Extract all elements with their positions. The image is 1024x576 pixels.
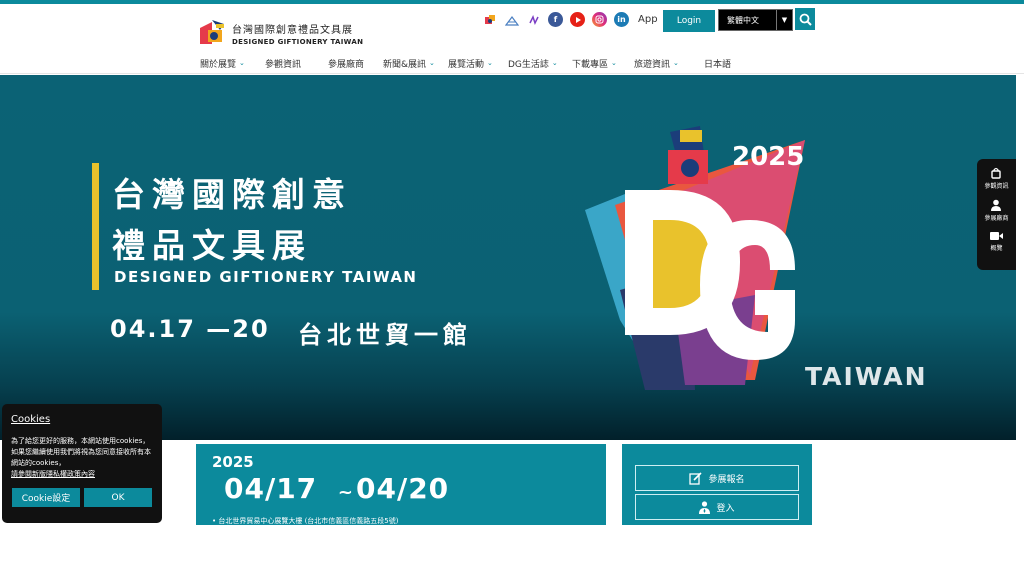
hero-title-line1: 台灣國際創意: [112, 175, 352, 214]
login-button[interactable]: Login: [663, 10, 715, 32]
nav-item-visitor-info[interactable]: 參觀資訊: [265, 54, 328, 72]
date-end: 04/20: [356, 472, 450, 505]
nav-item-about[interactable]: 關於展覽 ⌄: [200, 54, 265, 72]
chevron-down-icon: ⌄: [673, 59, 679, 67]
registration-panel: 參展報名 登入: [622, 444, 812, 525]
youtube-icon[interactable]: [570, 12, 585, 27]
nav-item-events[interactable]: 展覽活動 ⌄: [448, 54, 508, 72]
privacy-policy-link[interactable]: 請參閱新版隱私權政策內容: [11, 469, 156, 480]
date-separator: ~: [337, 482, 354, 503]
date-year: 2025: [212, 453, 254, 471]
hero-venue: 台北世貿一館: [298, 321, 472, 349]
date-range: 04/17 ~04/20: [224, 472, 449, 505]
nav-item-downloads[interactable]: 下載專區 ⌄: [572, 54, 634, 72]
instagram-icon[interactable]: [592, 12, 607, 27]
cookie-settings-button[interactable]: Cookie設定: [12, 488, 80, 507]
hero-title-line2: 禮品文具展: [112, 226, 312, 265]
search-button[interactable]: [795, 8, 815, 30]
video-icon: [990, 232, 1003, 240]
exhibitor-register-button[interactable]: 參展報名: [635, 465, 799, 491]
user-tie-icon: [699, 500, 711, 514]
person-icon: [991, 199, 1002, 211]
main-navigation: 關於展覽 ⌄ 參觀資訊 參展廠商 新聞&展訊 ⌄ 展覽活動 ⌄ DG生活誌 ⌄ 下載專區…: [200, 54, 754, 72]
hero-accent-bar: [92, 163, 99, 290]
chevron-down-icon: ⌄: [239, 59, 245, 67]
cookie-title: Cookies: [11, 414, 51, 425]
cookie-text: 為了給您更好的服務，本網站使用cookies，如果您繼續使用我們將視為您同意接收…: [11, 436, 156, 480]
social-links: f in App: [482, 12, 658, 27]
nav-item-japanese[interactable]: 日本語: [704, 54, 754, 72]
hero-date: 04.17 —20: [110, 315, 270, 343]
cookie-ok-button[interactable]: OK: [84, 488, 152, 507]
date-venue: • 台北世界貿易中心展覽大樓 (台北市信義區信義路五段5號): [212, 517, 399, 525]
chevron-down-icon: ⌄: [487, 59, 493, 67]
cookie-banner: Cookies 為了給您更好的服務，本網站使用cookies，如果您繼續使用我們…: [2, 404, 162, 523]
cookie-message: 為了給您更好的服務，本網站使用cookies，如果您繼續使用我們將視為您同意接收…: [11, 437, 151, 467]
nav-item-exhibitors[interactable]: 參展廠商: [328, 54, 383, 72]
dg-logo-icon: [198, 18, 228, 48]
language-select[interactable]: 繁體中文 ▼: [718, 9, 793, 31]
dg-2025-artwork: 2025 TAIWAN: [585, 126, 928, 391]
logo-chinese-text: 台灣國際創意禮品文具展: [232, 24, 353, 36]
chevron-down-icon: ⌄: [551, 59, 558, 67]
exhibition-date-panel: 2025 04/17 ~04/20 • 台北世界貿易中心展覽大樓 (台北市信義區…: [196, 444, 606, 525]
hero-banner[interactable]: 台灣國際創意 禮品文具展 DESIGNED GIFTIONERY TAIWAN …: [0, 75, 1016, 440]
chevron-down-icon: ⌄: [611, 59, 617, 67]
side-item-overview[interactable]: 概覽: [990, 231, 1003, 252]
site-logo[interactable]: 台灣國際創意禮品文具展 DESIGNED GIFTIONERY TAIWAN: [198, 16, 368, 50]
language-selected-value: 繁體中文: [727, 15, 759, 25]
nav-item-news[interactable]: 新聞&展訊 ⌄: [383, 54, 448, 72]
app-link[interactable]: App: [638, 14, 658, 25]
edit-form-icon: [689, 471, 703, 485]
floating-side-menu: 參觀資訊 參展廠商 概覽: [977, 159, 1016, 270]
line-icon[interactable]: [526, 12, 541, 27]
login-panel-button[interactable]: 登入: [635, 494, 799, 520]
site-header: 台灣國際創意禮品文具展 DESIGNED GIFTIONERY TAIWAN f…: [0, 4, 1024, 74]
bag-icon: [991, 167, 1002, 179]
side-item-visitor-info[interactable]: 參觀資訊: [984, 167, 1009, 190]
linkedin-icon[interactable]: in: [614, 12, 629, 27]
nav-item-dg-magazine[interactable]: DG生活誌 ⌄: [508, 54, 572, 72]
chevron-down-icon: ⌄: [429, 59, 435, 67]
facebook-icon[interactable]: f: [548, 12, 563, 27]
art-taiwan-text: TAIWAN: [805, 362, 928, 391]
logo-english-text: DESIGNED GIFTIONERY TAIWAN: [232, 37, 364, 46]
dg-icon[interactable]: [482, 12, 497, 27]
art-year-text: 2025: [732, 142, 804, 172]
nav-item-travel[interactable]: 旅遊資訊 ⌄: [634, 54, 704, 72]
date-start: 04/17: [224, 472, 318, 505]
mountain-icon[interactable]: [504, 12, 519, 27]
search-icon: [799, 13, 812, 26]
hero-subtitle: DESIGNED GIFTIONERY TAIWAN: [114, 268, 418, 286]
caret-down-icon: ▼: [776, 10, 792, 30]
side-item-exhibitors[interactable]: 參展廠商: [984, 199, 1009, 222]
